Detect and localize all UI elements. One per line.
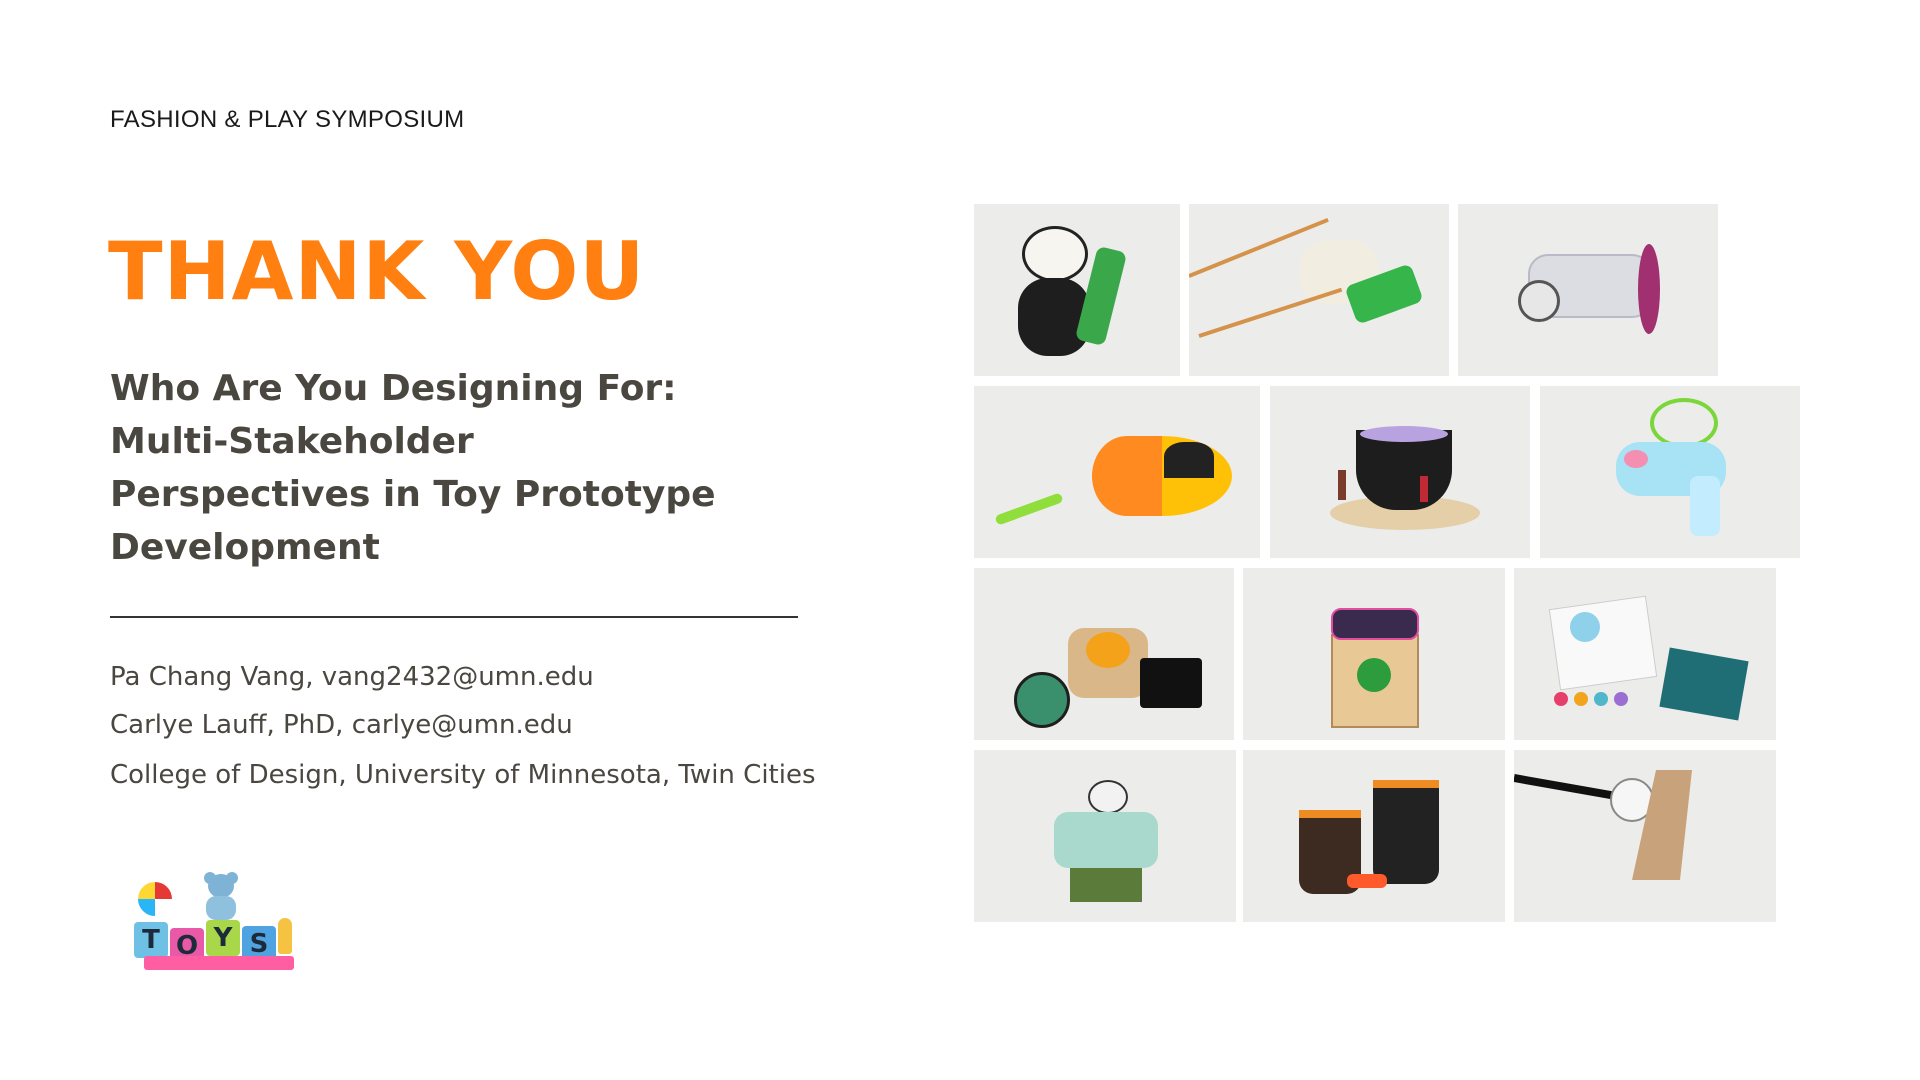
talk-title-line: Development bbox=[110, 527, 380, 568]
talk-title-line: Perspectives in Toy Prototype bbox=[110, 474, 716, 515]
teddy-bear-icon bbox=[206, 896, 236, 920]
wheel-spinner-photo bbox=[974, 568, 1234, 740]
logo-letter: Y bbox=[206, 920, 240, 956]
panda-toy-photo bbox=[974, 204, 1180, 376]
logo-base bbox=[144, 956, 294, 970]
thank-you-title: THANK YOU bbox=[108, 225, 646, 318]
logo-letter: T bbox=[134, 922, 168, 958]
cauldron-dropper-photo bbox=[1270, 386, 1530, 558]
author-2: Carlye Lauff, PhD, carlye@umn.edu bbox=[110, 710, 573, 740]
author-1: Pa Chang Vang, vang2432@umn.edu bbox=[110, 662, 594, 692]
divider-line bbox=[110, 616, 798, 618]
wheeled-cart-photo bbox=[1458, 204, 1718, 376]
symposium-label: FASHION & PLAY SYMPOSIUM bbox=[110, 106, 465, 133]
sprinkler-toy-photo bbox=[974, 750, 1236, 922]
beach-ball-icon bbox=[138, 882, 172, 916]
rocket-icon bbox=[278, 918, 292, 954]
talk-title: Who Are You Designing For: Multi-Stakeho… bbox=[110, 362, 750, 574]
paint-kit-photo bbox=[1514, 568, 1776, 740]
affiliation: College of Design, University of Minneso… bbox=[110, 760, 816, 790]
toys-logo: T O Y S bbox=[130, 872, 300, 980]
bucket-set-photo bbox=[1243, 750, 1505, 922]
knit-launcher-photo bbox=[1189, 204, 1449, 376]
pole-contraption-photo bbox=[1514, 750, 1776, 922]
fishing-game-photo bbox=[974, 386, 1260, 558]
bubble-gun-photo bbox=[1540, 386, 1800, 558]
talk-title-line: Multi-Stakeholder bbox=[110, 421, 474, 462]
drum-box-photo bbox=[1243, 568, 1505, 740]
talk-title-line: Who Are You Designing For: bbox=[110, 368, 677, 409]
teddy-bear-icon bbox=[208, 874, 234, 898]
